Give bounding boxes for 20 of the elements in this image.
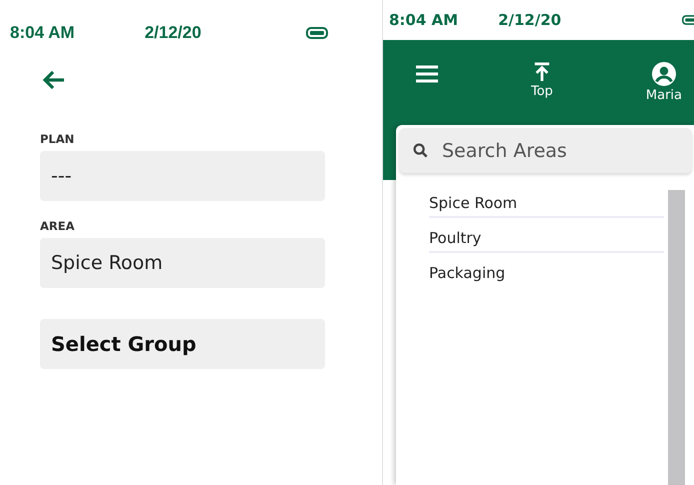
input-field[interactable]: --- — [40, 151, 325, 201]
scrollbar[interactable] — [668, 190, 685, 485]
area-list-item[interactable]: Spice Room — [429, 190, 664, 218]
battery-icon — [306, 27, 328, 39]
status-time: 8:04 AM — [10, 23, 75, 43]
status-time: 8:04 AM — [389, 11, 458, 29]
back-arrow-icon[interactable] — [42, 70, 66, 90]
status-date: 2/12/20 — [144, 23, 202, 43]
top-button[interactable]: Top — [531, 62, 553, 99]
input-field[interactable]: Spice Room — [40, 238, 325, 288]
select-group-button[interactable]: Select Group — [40, 319, 325, 369]
upload-arrow-icon — [532, 62, 551, 82]
status-date: 2/12/20 — [498, 11, 562, 29]
user-button[interactable]: Maria — [646, 62, 682, 103]
area-list-item[interactable]: Poultry — [429, 222, 664, 253]
area-list-item[interactable]: Packaging — [429, 257, 664, 286]
search-field[interactable]: Search Areas — [399, 128, 692, 173]
field-label: AREA — [40, 219, 76, 233]
menu-icon[interactable] — [416, 65, 438, 83]
field-label: PLAN — [40, 132, 76, 146]
